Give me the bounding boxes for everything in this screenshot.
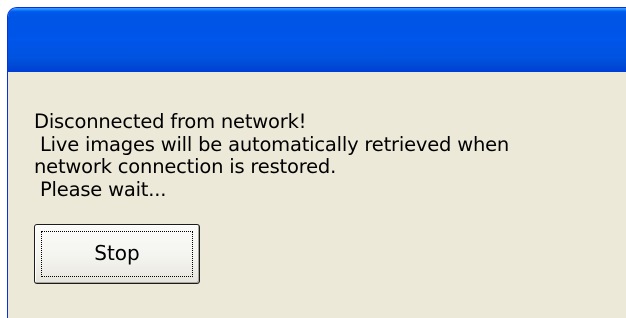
dialog-window: Disconnected from network! Live images w… [8,8,626,318]
message-line-disconnected: Disconnected from network! [34,110,307,133]
stop-button-label: Stop [94,241,140,265]
stop-button[interactable]: Stop [34,224,200,284]
title-bar[interactable] [8,8,626,72]
status-message: Disconnected from network! Live images w… [34,110,614,201]
dialog-client-area: Disconnected from network! Live images w… [12,72,626,318]
message-line-auto-retrieve: Live images will be automatically retrie… [34,132,510,156]
message-line-please-wait: Please wait... [34,177,167,201]
message-line-connection-restored: network connection is restored. [34,155,337,178]
